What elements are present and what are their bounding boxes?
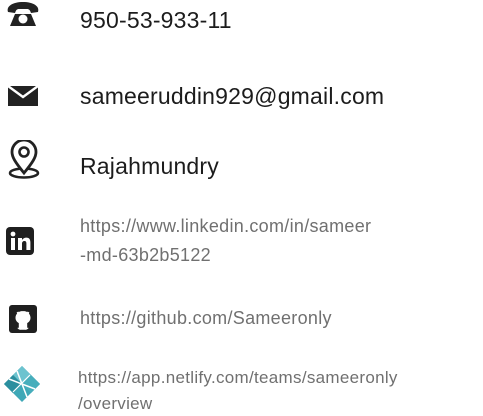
netlify-link-line1[interactable]: https://app.netlify.com/teams/sameeronly: [78, 365, 398, 390]
linkedin-link-line2[interactable]: -md-63b2b5122: [80, 243, 211, 268]
email-address: sameeruddin929@gmail.com: [80, 83, 385, 109]
envelope-icon: [8, 86, 38, 106]
linkedin-row[interactable]: https://www.linkedin.com/in/sameer -md-6…: [0, 210, 483, 270]
map-pin-icon: [7, 140, 41, 180]
linkedin-icon[interactable]: [6, 227, 34, 255]
linkedin-link-line1[interactable]: https://www.linkedin.com/in/sameer: [80, 214, 371, 239]
contact-email-row: sameeruddin929@gmail.com: [0, 70, 483, 115]
github-link[interactable]: https://github.com/Sameeronly: [80, 306, 332, 331]
phone-icon: [5, 1, 41, 27]
contact-location-row: Rajahmundry: [0, 140, 483, 185]
github-icon[interactable]: [9, 305, 37, 333]
netlify-link-line2[interactable]: /overview: [78, 391, 153, 416]
contact-phone-row: 950-53-933-11: [0, 0, 483, 45]
location-text: Rajahmundry: [80, 153, 219, 179]
github-row[interactable]: https://github.com/Sameeronly: [0, 298, 483, 338]
phone-number: 950-53-933-11: [80, 7, 232, 33]
netlify-row[interactable]: https://app.netlify.com/teams/sameeronly…: [0, 358, 483, 416]
netlify-icon[interactable]: [3, 365, 41, 403]
